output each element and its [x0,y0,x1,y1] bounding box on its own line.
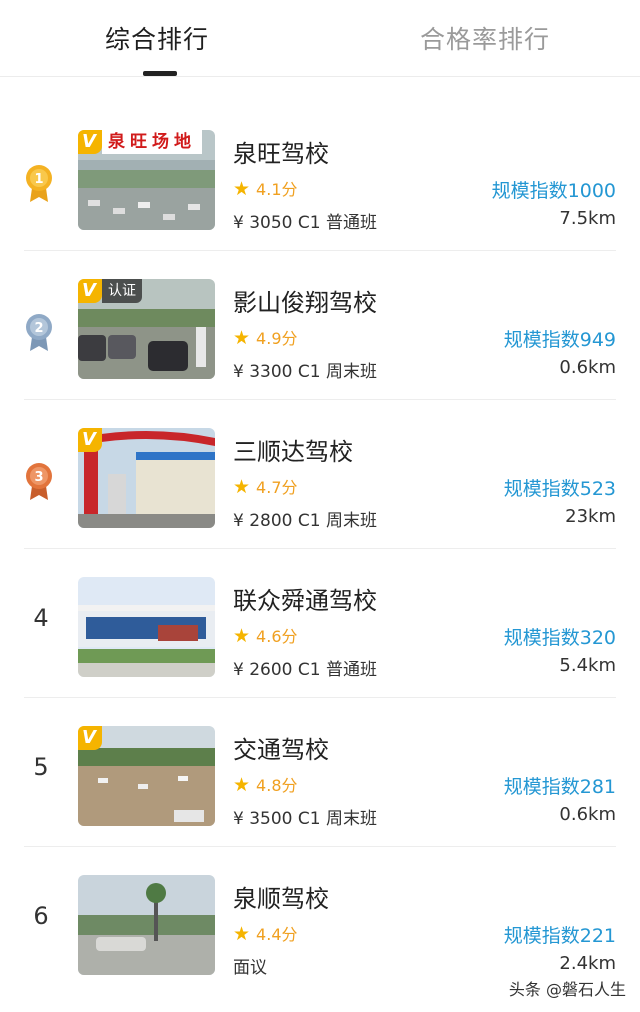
tab-overall-ranking[interactable]: 综合排行 [105,20,209,56]
price-class: ¥ 2800 C1 周末班 [233,511,377,531]
verified-badge: V [78,130,102,154]
rank-number: 6 [33,902,49,930]
distance: 2.4km [559,953,616,974]
star-icon: ★ [233,923,251,945]
svg-text:1: 1 [34,172,43,187]
school-list: 1 V 泉旺场地 泉旺驾校 ★ 4.1分 ¥ 3050 C1 普通班 规模指数10… [0,102,640,995]
distance: 5.4km [559,655,616,676]
school-thumbnail[interactable] [78,875,215,975]
rank-badge: 2 [24,251,54,399]
star-icon: ★ [233,774,251,796]
rating-value: 4.6分 [256,627,298,646]
rating: ★ 4.8分 [233,772,298,796]
scale-index: 规模指数1000 [491,180,616,202]
school-name: 联众舜通驾校 [233,587,377,615]
price-class: 面议 [233,958,267,978]
school-thumbnail[interactable]: V 认证 [78,279,215,379]
tab-bar: 综合排行 合格率排行 [0,0,640,77]
watermark: 头条 @磐石人生 [508,980,626,999]
scale-index: 规模指数523 [503,478,616,500]
list-item[interactable]: 2 V 认证 影山俊翔驾校 ★ 4.9分 ¥ 3300 C1 周末班 规模指数94… [24,251,616,400]
list-item[interactable]: 5 V 交通驾校 ★ 4.8分 ¥ 3500 C1 周末班 规模指数281 0.6… [24,698,616,847]
rating: ★ 4.9分 [233,325,298,349]
price-class: ¥ 3500 C1 周末班 [233,809,377,829]
rank-number: 4 [33,604,49,632]
star-icon: ★ [233,625,251,647]
list-item[interactable]: 3 V 三顺达驾校 ★ 4.7分 ¥ 2800 C1 周末班 规模指数523 23… [24,400,616,549]
active-tab-indicator [143,71,177,76]
rating-value: 4.1分 [256,180,298,199]
rank-badge: 4 [24,549,54,697]
price-class: ¥ 2600 C1 普通班 [233,660,377,680]
list-item[interactable]: 6 泉顺驾校 ★ 4.4分 面议 规模指数221 2.4km [24,847,616,995]
price-class: ¥ 3050 C1 普通班 [233,213,377,233]
verified-badge: V [78,428,102,452]
school-thumbnail[interactable]: V [78,428,215,528]
rating: ★ 4.6分 [233,623,298,647]
scale-index: 规模指数949 [503,329,616,351]
star-icon: ★ [233,178,251,200]
school-name: 影山俊翔驾校 [233,289,377,317]
rank-badge: 5 [24,698,54,846]
distance: 7.5km [559,208,616,229]
distance: 0.6km [559,804,616,825]
star-icon: ★ [233,476,251,498]
thumbnail-sign-text: 泉旺场地 [102,130,202,154]
bronze-medal-icon: 3 [26,463,52,500]
rank-badge: 1 [24,102,54,250]
school-name: 泉旺驾校 [233,140,329,168]
svg-text:3: 3 [34,470,43,485]
distance: 23km [565,506,616,527]
list-item[interactable]: 1 V 泉旺场地 泉旺驾校 ★ 4.1分 ¥ 3050 C1 普通班 规模指数10… [24,102,616,251]
price-class: ¥ 3300 C1 周末班 [233,362,377,382]
list-item[interactable]: 4 联众舜通驾校 ★ 4.6分 ¥ 2600 C1 普通班 规模指数320 5.4… [24,549,616,698]
school-thumbnail[interactable]: V 泉旺场地 [78,130,215,230]
school-thumbnail[interactable] [78,577,215,677]
rating-value: 4.8分 [256,776,298,795]
rank-badge: 3 [24,400,54,548]
scale-index: 规模指数320 [503,627,616,649]
school-name: 交通驾校 [233,736,329,764]
silver-medal-icon: 2 [26,314,52,351]
rating: ★ 4.4分 [233,921,298,945]
svg-text:2: 2 [34,321,43,336]
school-thumbnail[interactable]: V [78,726,215,826]
rating-value: 4.7分 [256,478,298,497]
rating-value: 4.4分 [256,925,298,944]
school-name: 三顺达驾校 [233,438,353,466]
rating: ★ 4.1分 [233,176,298,200]
scale-index: 规模指数221 [503,925,616,947]
verified-badge: V [78,279,102,303]
distance: 0.6km [559,357,616,378]
tab-pass-rate-ranking[interactable]: 合格率排行 [420,20,550,56]
rank-number: 5 [33,753,49,781]
school-name: 泉顺驾校 [233,885,329,913]
gold-medal-icon: 1 [26,165,52,202]
certified-tag: 认证 [102,279,142,303]
scale-index: 规模指数281 [503,776,616,798]
star-icon: ★ [233,327,251,349]
rating: ★ 4.7分 [233,474,298,498]
rating-value: 4.9分 [256,329,298,348]
verified-badge: V [78,726,102,750]
rank-badge: 6 [24,847,54,995]
